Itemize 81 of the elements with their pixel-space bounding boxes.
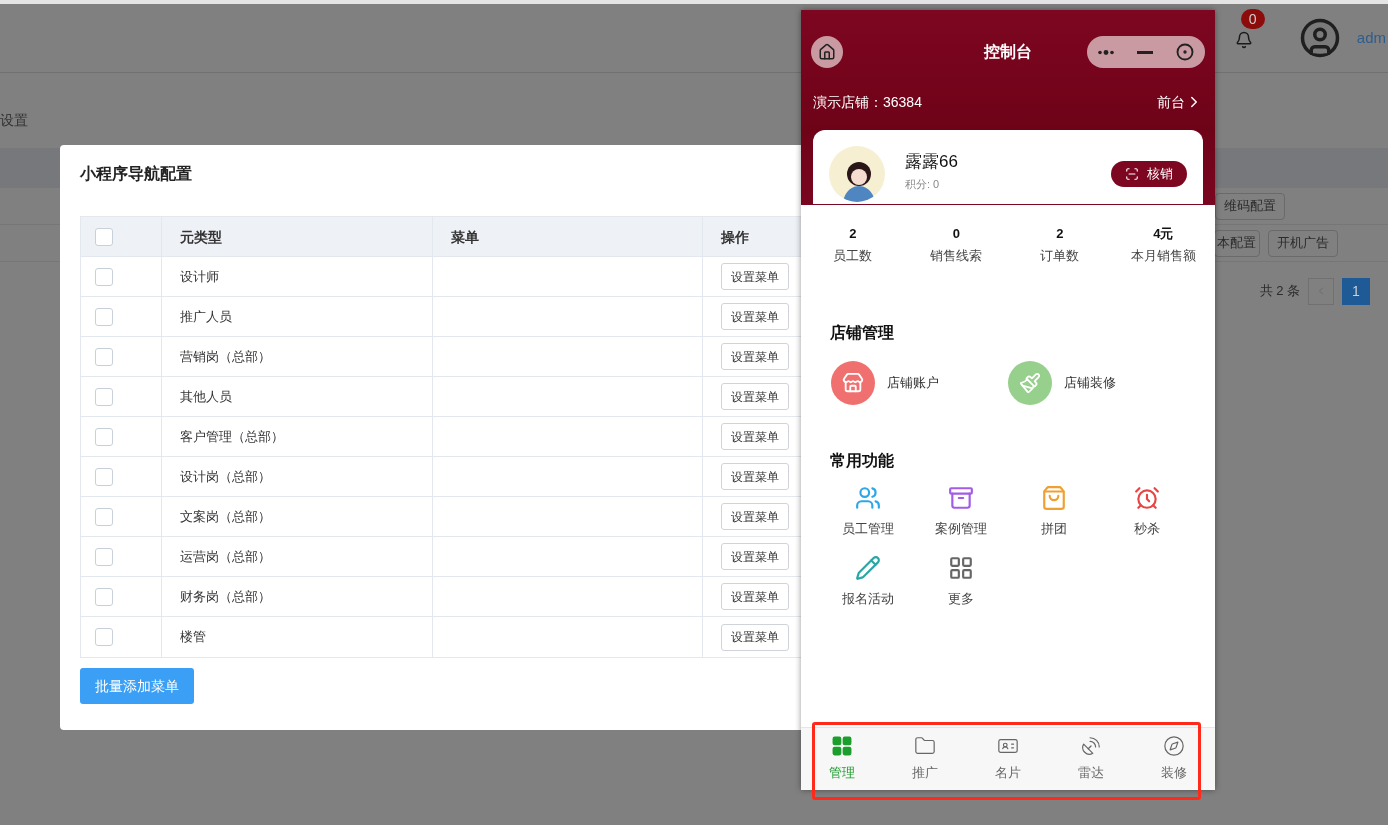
stat-value: 2 [849, 225, 857, 243]
dialog-title: 小程序导航配置 [80, 164, 193, 184]
set-menu-button[interactable]: 设置菜单 [721, 503, 789, 530]
checkbox[interactable] [95, 467, 113, 486]
points-text: 积分: 0 [905, 177, 941, 192]
user-name: 露露66 [905, 152, 959, 172]
stat-value: 2 [1056, 225, 1064, 243]
table-cell-text: 运营岗（总部） [180, 547, 271, 566]
table-cell-text: 设计岗（总部） [180, 467, 271, 486]
tab-item[interactable]: 推广 [883, 728, 967, 790]
set-menu-button[interactable]: 设置菜单 [721, 463, 789, 490]
column-header: 元类型 [180, 227, 222, 247]
checkbox[interactable] [95, 227, 113, 246]
store-label: 演示店铺：36384 [813, 93, 922, 112]
stat-label: 本月销售额 [1130, 246, 1196, 265]
set-menu-button[interactable]: 设置菜单 [721, 623, 789, 651]
menu-item[interactable]: 店铺账户 [831, 361, 1008, 405]
capsule-menu[interactable] [1087, 36, 1205, 68]
stat-label: 订单数 [1040, 246, 1080, 265]
bell-icon[interactable] [1234, 31, 1253, 49]
feature-item[interactable]: 秒杀 [1100, 485, 1193, 539]
table-cell-text: 推广人员 [180, 307, 232, 326]
tab-item[interactable]: 装修 [1132, 728, 1215, 790]
notification-badge: 0 [1240, 9, 1265, 29]
checkbox[interactable] [95, 347, 113, 366]
checkbox[interactable] [95, 387, 113, 406]
total-count: 共 2 条 [1259, 282, 1300, 301]
feature-item[interactable]: 员工管理 [821, 485, 914, 539]
feature-item[interactable]: 拼团 [1007, 485, 1100, 539]
section-title: 店铺管理 [829, 323, 895, 343]
checkbox[interactable] [95, 267, 113, 286]
page-title: 控制台 [982, 42, 1033, 62]
avatar-icon[interactable] [1298, 17, 1341, 59]
set-menu-button[interactable]: 设置菜单 [721, 303, 789, 330]
checkbox[interactable] [95, 628, 113, 646]
table-cell-text: 文案岗（总部） [180, 507, 271, 526]
table-cell-text: 其他人员 [180, 387, 232, 406]
set-menu-button[interactable]: 设置菜单 [721, 343, 789, 370]
set-menu-button[interactable]: 设置菜单 [721, 423, 789, 450]
avatar-icon [829, 146, 885, 202]
more-icon [1098, 49, 1115, 55]
stat-label: 销售线索 [930, 246, 983, 265]
menu-item[interactable]: 店铺装修 [1008, 361, 1185, 405]
checkbox[interactable] [95, 307, 113, 326]
checkbox[interactable] [95, 547, 113, 566]
feature-item[interactable]: 案例管理 [914, 485, 1007, 539]
table-cell-text: 楼管 [180, 628, 206, 647]
table-cell-text: 客户管理（总部） [180, 427, 284, 446]
home-icon [818, 43, 836, 61]
set-menu-button[interactable]: 设置菜单 [721, 263, 789, 290]
breadcrumb-text: 设置 [0, 110, 28, 130]
stat-value: 4元 [1153, 225, 1174, 243]
section-title: 常用功能 [829, 451, 895, 471]
front-link[interactable]: 前台 [1157, 92, 1203, 112]
grid-icon [831, 735, 854, 758]
home-button[interactable] [811, 36, 843, 68]
tab-item[interactable]: 名片 [966, 728, 1050, 790]
verify-button[interactable]: 核销 [1111, 161, 1187, 187]
table-cell-text: 设计师 [180, 267, 219, 286]
minimize-icon [1137, 50, 1153, 54]
stat-label: 员工数 [833, 246, 873, 265]
checkbox[interactable] [95, 587, 113, 606]
column-header: 菜单 [451, 227, 479, 247]
satellite-dish-icon [1079, 735, 1102, 758]
checkbox[interactable] [95, 507, 113, 526]
table-cell-text: 财务岗（总部） [180, 587, 271, 606]
set-menu-button[interactable]: 设置菜单 [721, 383, 789, 410]
feature-item[interactable]: 报名活动 [821, 554, 914, 608]
checkbox[interactable] [95, 427, 113, 446]
tab-item[interactable]: 雷达 [1049, 728, 1133, 790]
column-header: 操作 [721, 227, 749, 247]
set-menu-button[interactable]: 设置菜单 [721, 583, 789, 610]
set-menu-button[interactable]: 设置菜单 [721, 543, 789, 570]
stat-value: 0 [952, 225, 960, 243]
scan-icon [1125, 167, 1139, 181]
compass-icon [1162, 735, 1185, 758]
feature-item[interactable]: 更多 [914, 554, 1007, 608]
page-button[interactable]: 1 [1342, 277, 1370, 305]
record-icon [1175, 43, 1194, 61]
table-cell-text: 营销岗（总部） [180, 347, 271, 366]
toolbar-button[interactable]: 开机广告 [1268, 229, 1338, 257]
